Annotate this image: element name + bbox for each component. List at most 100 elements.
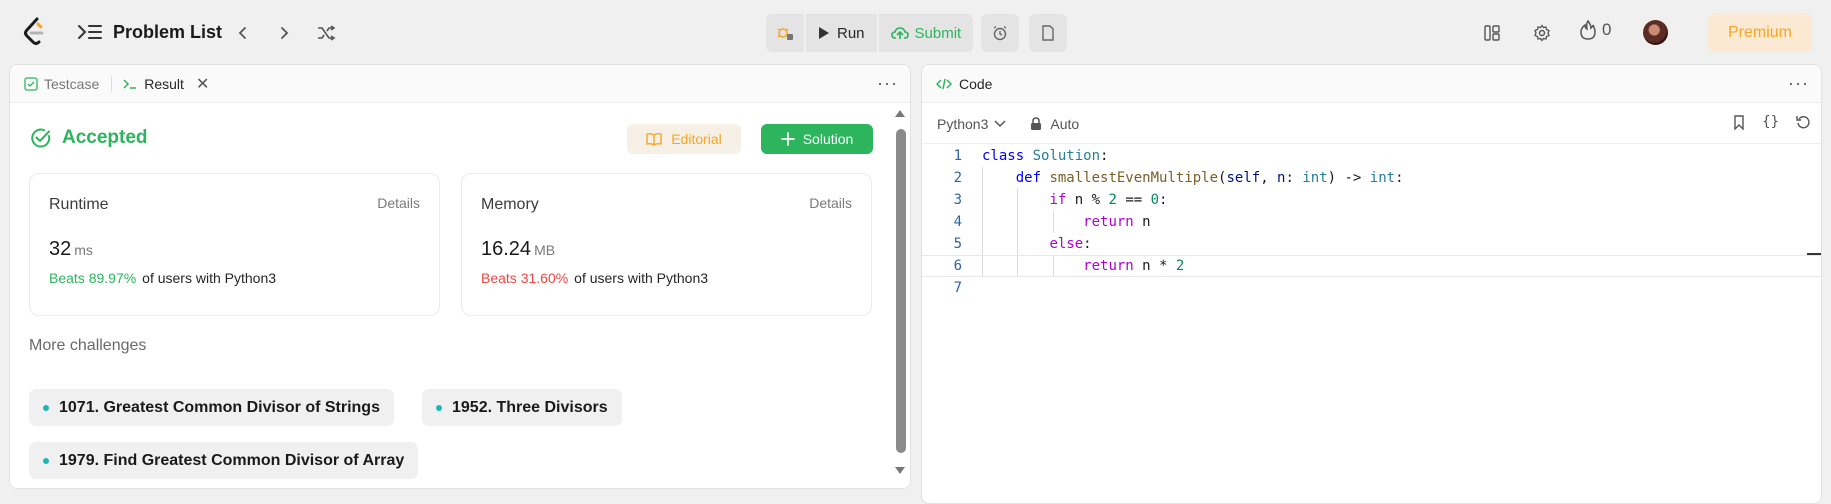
tab-code[interactable]: Code <box>922 76 992 92</box>
problem-list-title[interactable]: Problem List <box>113 22 222 43</box>
top-bar: Problem List Run Submit 0 Premium <box>0 0 1831 64</box>
runtime-number: 32 <box>49 238 72 260</box>
code-text: return n * 2 <box>1083 258 1185 274</box>
more-options-icon[interactable]: ··· <box>877 73 898 94</box>
chevron-down-icon <box>994 119 1006 127</box>
tab-result[interactable]: Result ✕ <box>112 74 209 94</box>
memory-details-link[interactable]: Details <box>809 195 852 211</box>
avatar[interactable] <box>1643 20 1668 45</box>
memory-beats: Beats 31.60% of users with Python3 <box>481 270 708 286</box>
debug-button[interactable] <box>766 14 804 52</box>
result-scrollbar[interactable] <box>893 107 907 483</box>
status-accepted: Accepted <box>30 127 148 149</box>
bookmark-icon[interactable] <box>1733 114 1745 130</box>
code-brackets-icon <box>936 78 952 89</box>
shuffle-icon[interactable] <box>311 18 341 48</box>
runtime-value: 32 ms <box>49 238 93 261</box>
checkbox-icon <box>24 76 38 91</box>
prev-problem-icon[interactable] <box>228 18 258 48</box>
streak-count: 0 <box>1602 20 1612 39</box>
reset-icon[interactable] <box>1796 115 1811 130</box>
line-number: 1 <box>953 148 962 164</box>
line-number: 7 <box>953 280 962 296</box>
check-circle-icon <box>31 128 51 148</box>
line-number: 5 <box>953 236 962 252</box>
settings-gear-icon[interactable] <box>1527 18 1557 48</box>
scroll-down-arrow-icon[interactable] <box>895 467 905 474</box>
book-icon <box>646 132 662 146</box>
code-panel: Code ··· Python3 Auto {} 1 class Solutio… <box>921 64 1822 504</box>
difficulty-dot <box>43 404 49 411</box>
memory-value: 16.24 MB <box>481 238 555 261</box>
challenge-title: 1979. Find Greatest Common Divisor of Ar… <box>59 451 405 469</box>
runtime-card[interactable]: Runtime Details 32 ms Beats 89.97% of user… <box>29 173 440 316</box>
timer-button[interactable] <box>981 14 1019 52</box>
code-text: else: <box>1049 236 1092 252</box>
code-panel-header: Code ··· <box>922 65 1821 103</box>
challenge-chip[interactable]: 1952. Three Divisors <box>422 389 622 426</box>
problem-list-icon[interactable] <box>76 20 104 44</box>
editorial-button[interactable]: Editorial <box>627 124 741 154</box>
close-icon[interactable]: ✕ <box>196 74 209 94</box>
run-submit-group: Run Submit <box>766 14 974 52</box>
mode-value: Auto <box>1050 115 1080 132</box>
layout-icon[interactable] <box>1477 18 1507 48</box>
challenge-chip[interactable]: 1979. Find Greatest Common Divisor of Ar… <box>29 442 419 479</box>
runtime-beats-suffix: of users with Python3 <box>142 270 277 286</box>
fire-icon <box>1580 20 1596 40</box>
panel-resize-gutter[interactable] <box>914 64 918 498</box>
solution-label: Solution <box>802 131 854 147</box>
code-line: 2 def smallestEvenMultiple(self, n: int)… <box>922 167 1821 189</box>
leetcode-logo-icon[interactable] <box>22 17 48 47</box>
difficulty-dot <box>43 457 49 464</box>
format-braces-icon[interactable]: {} <box>1762 114 1779 130</box>
runtime-label: Runtime <box>49 196 109 213</box>
auto-mode-toggle[interactable]: Auto <box>1030 116 1079 132</box>
terminal-icon <box>123 78 137 89</box>
code-line: 7 <box>922 277 1821 299</box>
post-solution-button[interactable]: Solution <box>761 124 873 154</box>
code-text: class Solution: <box>982 148 1109 164</box>
tab-code-label: Code <box>959 75 993 92</box>
run-label: Run <box>837 24 865 42</box>
result-panel: Testcase Result ✕ ··· Accepted Editorial… <box>9 64 911 489</box>
notes-button[interactable] <box>1029 14 1067 52</box>
next-problem-icon[interactable] <box>269 18 299 48</box>
editor-actions: {} <box>1733 114 1811 130</box>
runtime-beats: Beats 89.97% of users with Python3 <box>49 270 276 286</box>
memory-number: 16.24 <box>481 238 532 260</box>
challenge-chip[interactable]: 1071. Greatest Common Divisor of Strings <box>29 389 394 426</box>
memory-card[interactable]: Memory Details 16.24 MB Beats 31.60% of us… <box>461 173 872 316</box>
runtime-beats-percent: Beats 89.97% <box>49 270 137 286</box>
memory-beats-percent: Beats 31.60% <box>481 270 569 286</box>
scrollbar-thumb[interactable] <box>896 129 906 453</box>
play-icon <box>819 27 829 39</box>
more-challenges-heading: More challenges <box>29 337 147 354</box>
lock-icon <box>1031 116 1042 130</box>
language-select[interactable]: Python3 <box>937 116 1006 132</box>
tab-result-label: Result <box>144 75 184 92</box>
editorial-label: Editorial <box>671 131 722 147</box>
streak-counter[interactable]: 0 <box>1580 20 1611 40</box>
run-button[interactable]: Run <box>806 14 877 52</box>
scroll-up-arrow-icon[interactable] <box>895 110 905 117</box>
result-panel-header: Testcase Result ✕ ··· <box>10 65 910 103</box>
code-text: def smallestEvenMultiple(self, n: int) -… <box>1015 170 1404 186</box>
code-editor[interactable]: 1 class Solution: 2 def smallestEvenMult… <box>922 145 1821 503</box>
submit-button[interactable]: Submit <box>878 14 974 52</box>
code-text: if n % 2 == 0: <box>1049 192 1168 208</box>
code-line: 4 return n <box>922 211 1821 233</box>
more-options-icon[interactable]: ··· <box>1788 73 1809 94</box>
note-icon <box>1042 25 1054 41</box>
line-number: 4 <box>953 214 962 230</box>
premium-button[interactable]: Premium <box>1708 13 1812 52</box>
line-number: 2 <box>953 170 962 186</box>
status-text: Accepted <box>62 127 148 148</box>
code-line: 3 if n % 2 == 0: <box>922 189 1821 211</box>
tab-testcase[interactable]: Testcase <box>10 76 99 92</box>
difficulty-dot <box>436 404 442 411</box>
code-line: 5 else: <box>922 233 1821 255</box>
runtime-details-link[interactable]: Details <box>377 195 420 211</box>
memory-unit: MB <box>534 242 556 258</box>
memory-label: Memory <box>481 196 539 213</box>
